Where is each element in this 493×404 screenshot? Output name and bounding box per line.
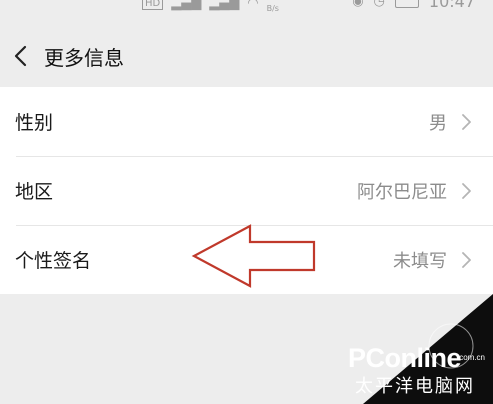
net-speed: B/s [266,4,279,13]
wifi-icon: ◠ [247,0,259,11]
row-value: 阿尔巴尼亚 [357,181,447,203]
battery-icon [394,0,419,8]
row-region[interactable]: 地区 阿尔巴尼亚 [0,156,493,225]
watermark-domain: .com.cn [456,353,485,362]
nav-bar: 更多信息 [0,28,493,84]
watermark-logo: PConline [347,343,462,373]
signal-icon-2: ▂▄▆ [209,0,240,11]
row-label: 个性签名 [15,250,92,272]
screen: HD ▂▄▆ ▂▄▆ ◠ B/s ◉ ◷ 10:47 更多信息 性别 男 地区 … [0,0,493,404]
row-label: 地区 [15,181,54,203]
back-button[interactable] [0,28,40,84]
annotation-arrow-icon [191,224,316,288]
status-left: HD ▂▄▆ ▂▄▆ ◠ B/s [142,0,279,13]
watermark-cn: 太平洋电脑网 [355,376,475,397]
chevron-right-icon [462,113,471,130]
hd-badge: HD [142,0,164,10]
chevron-left-icon [14,45,27,67]
status-bar: HD ▂▄▆ ▂▄▆ ◠ B/s ◉ ◷ 10:47 [0,0,493,14]
alarm-icon: ◷ [373,0,385,9]
row-value: 未填写 [393,250,447,272]
signal-icon: ▂▄▆ [171,0,202,11]
row-value: 男 [429,112,447,134]
chevron-right-icon [462,182,471,199]
row-label: 性别 [15,112,54,134]
status-right: ◉ ◷ 10:47 [352,0,475,11]
status-time: 10:47 [428,0,475,11]
page-title: 更多信息 [44,45,124,70]
row-gender[interactable]: 性别 男 [0,87,493,156]
chevron-right-icon [462,251,471,268]
eye-icon: ◉ [352,0,364,9]
